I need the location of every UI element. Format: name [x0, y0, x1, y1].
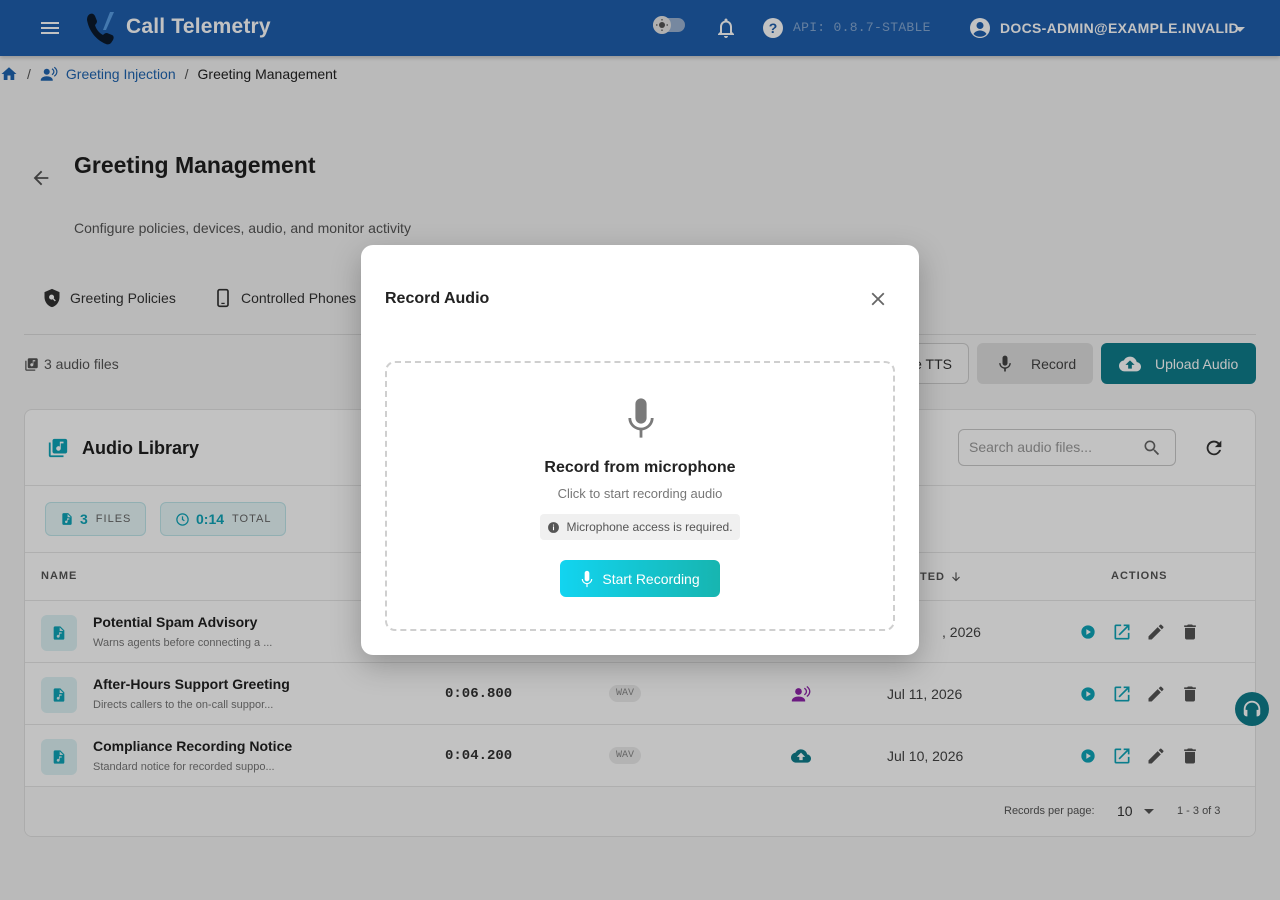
start-recording-label: Start Recording: [602, 570, 700, 587]
record-dropzone[interactable]: Record from microphone Click to start re…: [385, 361, 895, 631]
microphone-icon: [582, 570, 593, 587]
dialog-title: Record Audio: [385, 290, 490, 307]
dropzone-heading: Record from microphone: [544, 459, 736, 476]
dropzone-subtext: Click to start recording audio: [557, 486, 723, 501]
record-audio-dialog: Record Audio Record from microphone Clic…: [361, 245, 919, 655]
note-text: Microphone access is required.: [566, 520, 733, 534]
start-recording-button[interactable]: Start Recording: [560, 560, 720, 597]
microphone-access-note: Microphone access is required.: [540, 514, 740, 540]
info-icon: [548, 521, 560, 533]
microphone-icon: [628, 398, 654, 438]
close-icon[interactable]: [867, 288, 889, 310]
